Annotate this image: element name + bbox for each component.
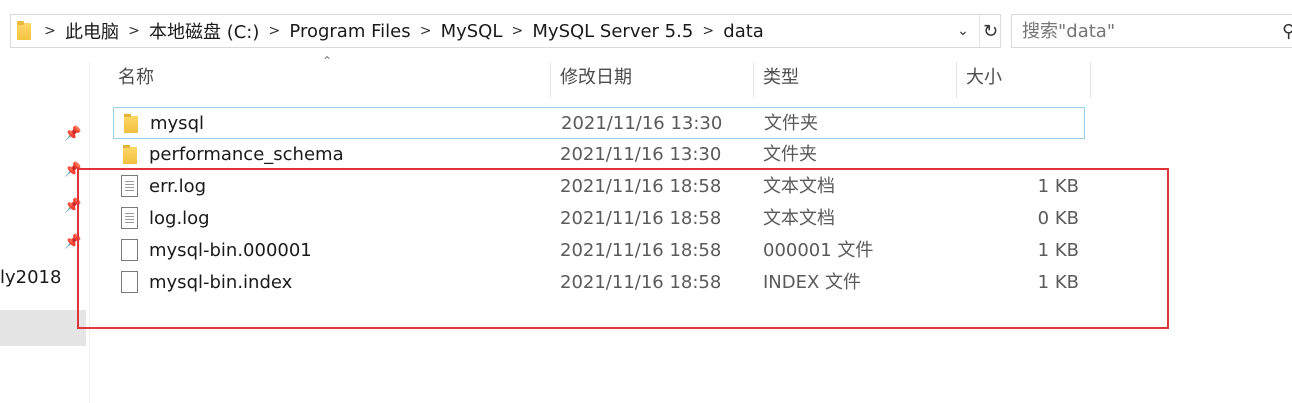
breadcrumb-data[interactable]: data (719, 21, 768, 42)
folder-icon (123, 145, 137, 164)
folder-icon (17, 21, 31, 40)
column-divider[interactable] (956, 62, 957, 98)
search-icon[interactable]: ⚲ (1282, 21, 1292, 42)
address-toolbar: > 此电脑 > 本地磁盘 (C:) > Program Files > MySQ… (0, 0, 1292, 62)
file-type: 文件夹 (763, 144, 817, 165)
column-divider[interactable] (550, 62, 551, 98)
chevron-right-icon[interactable]: > (415, 23, 437, 39)
search-box[interactable]: ⚲ (1011, 14, 1292, 48)
chevron-right-icon[interactable]: > (123, 23, 145, 39)
file-name: performance_schema (149, 144, 344, 165)
file-name: mysql (150, 113, 204, 134)
column-divider[interactable] (753, 62, 754, 98)
address-bar[interactable]: > 此电脑 > 本地磁盘 (C:) > Program Files > MySQ… (10, 14, 1001, 48)
chevron-right-icon[interactable]: > (697, 23, 719, 39)
column-header-date[interactable]: 修改日期 (552, 62, 752, 98)
file-type: 文件夹 (764, 113, 818, 134)
breadcrumb-local-disk[interactable]: 本地磁盘 (C:) (145, 18, 263, 44)
file-date: 2021/11/16 13:30 (560, 144, 722, 165)
breadcrumb-this-pc[interactable]: 此电脑 (61, 18, 123, 44)
column-headers: ⌃ 名称 修改日期 类型 大小 (110, 54, 1092, 98)
nav-item-selected[interactable] (0, 310, 86, 346)
file-size (993, 139, 1079, 171)
file-date: 2021/11/16 13:30 (561, 113, 723, 134)
column-divider[interactable] (1090, 62, 1091, 98)
highlight-annotation-box (77, 168, 1169, 329)
search-input[interactable] (1012, 15, 1272, 47)
nav-item-label[interactable]: ly2018 (0, 267, 61, 288)
breadcrumb-program-files[interactable]: Program Files (285, 21, 414, 42)
file-size (994, 108, 1080, 140)
pin-icon[interactable]: 📌 (64, 126, 81, 142)
file-row-performance-schema[interactable]: performance_schema 2021/11/16 13:30 文件夹 (113, 139, 1085, 171)
chevron-down-icon[interactable]: ⌄ (949, 15, 977, 47)
chevron-right-icon[interactable]: > (506, 23, 528, 39)
breadcrumb: > 此电脑 > 本地磁盘 (C:) > Program Files > MySQ… (39, 15, 768, 47)
breadcrumb-mysql-server[interactable]: MySQL Server 5.5 (528, 21, 697, 42)
column-header-type[interactable]: 类型 (755, 62, 955, 98)
column-header-name[interactable]: 名称 (110, 62, 550, 98)
column-header-size[interactable]: 大小 (958, 62, 1088, 98)
chevron-right-icon[interactable]: > (263, 23, 285, 39)
folder-icon (124, 114, 138, 133)
chevron-right-icon[interactable]: > (39, 23, 61, 39)
file-row-mysql[interactable]: mysql 2021/11/16 13:30 文件夹 (113, 107, 1085, 139)
refresh-icon[interactable]: ↻ (979, 15, 1001, 47)
breadcrumb-mysql[interactable]: MySQL (437, 21, 507, 42)
